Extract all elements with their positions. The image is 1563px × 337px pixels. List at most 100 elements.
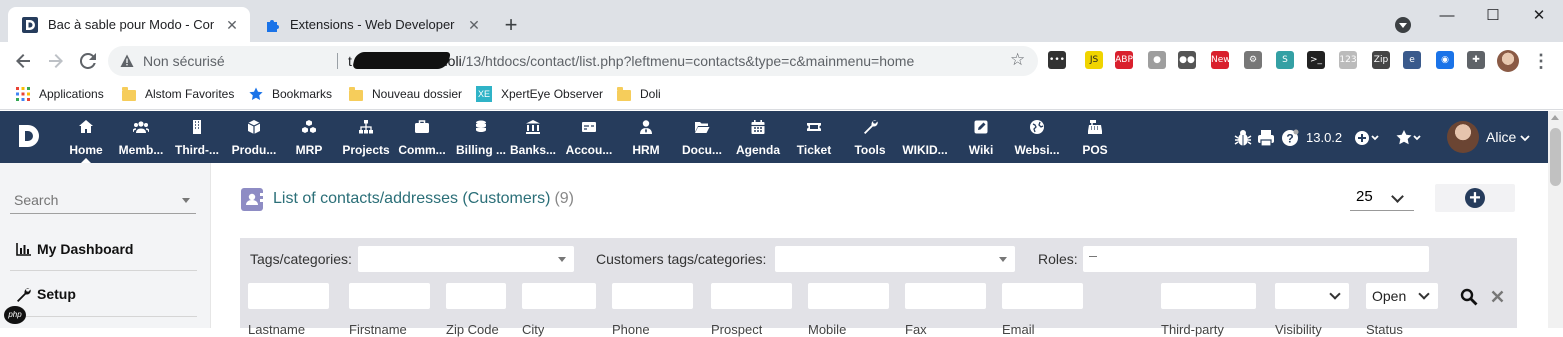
filter-firstname-input[interactable]: [349, 283, 430, 309]
bookmark-xperteye[interactable]: XE XpertEye Observer: [476, 85, 603, 103]
spy-icon[interactable]: ●: [1148, 51, 1166, 69]
user-name[interactable]: Alice: [1486, 129, 1530, 145]
s-ext-icon[interactable]: S: [1276, 51, 1294, 69]
column-header[interactable]: Fax: [905, 322, 927, 337]
printer-icon[interactable]: [1257, 129, 1275, 147]
top-menu-memb[interactable]: Memb...: [116, 111, 166, 163]
top-menu-wikid[interactable]: WIKID...: [898, 111, 952, 163]
close-window-button[interactable]: ✕: [1516, 2, 1562, 30]
filter-mobile-input[interactable]: [808, 283, 889, 309]
column-header[interactable]: Mobile: [808, 322, 846, 337]
filter-zip-input[interactable]: [446, 283, 506, 309]
top-menu-banks[interactable]: Banks...: [508, 111, 558, 163]
tab-active[interactable]: Bac à sable pour Modo - Contacts ✕: [8, 7, 250, 42]
adblock-icon[interactable]: ABP: [1115, 51, 1133, 69]
top-menu-produ[interactable]: Produ...: [228, 111, 280, 163]
tags-select[interactable]: [358, 246, 574, 272]
column-header[interactable]: City: [522, 322, 544, 337]
top-menu-third[interactable]: Third-...: [172, 111, 222, 163]
top-menu-wiki[interactable]: Wiki: [958, 111, 1004, 163]
top-menu-websi[interactable]: Websi...: [1012, 111, 1062, 163]
column-header[interactable]: Lastname: [248, 322, 305, 337]
filter-prospect-input[interactable]: [711, 283, 792, 309]
top-menu-pos[interactable]: POS: [1072, 111, 1118, 163]
filter-visibility-select[interactable]: [1275, 283, 1349, 309]
filter-email-input[interactable]: [1002, 283, 1083, 309]
top-menu-home[interactable]: Home: [62, 111, 110, 163]
terminal-icon[interactable]: >_: [1307, 51, 1325, 69]
dots-icon[interactable]: ●●: [1178, 51, 1196, 69]
filter-lastname-input[interactable]: [248, 283, 329, 309]
tab-inactive[interactable]: Extensions - Web Developer ✕: [250, 7, 492, 42]
bookmarks-star-icon[interactable]: [1396, 129, 1422, 147]
top-menu-comm[interactable]: Comm...: [396, 111, 448, 163]
extensions-puzzle-icon[interactable]: ✚: [1467, 51, 1485, 69]
numbers-icon[interactable]: 123: [1339, 51, 1357, 69]
bookmark-alstom-favorites[interactable]: Alstom Favorites: [122, 85, 234, 103]
js-icon[interactable]: JS: [1085, 51, 1103, 69]
column-header[interactable]: Email: [1002, 322, 1035, 337]
quick-add-icon[interactable]: [1354, 129, 1380, 147]
profile-avatar[interactable]: [1497, 50, 1519, 72]
page-limit-select[interactable]: 25: [1350, 184, 1414, 211]
filter-status-select[interactable]: Open: [1366, 283, 1438, 309]
bookmark-doli[interactable]: Doli: [617, 85, 661, 103]
column-header[interactable]: Prospect: [711, 322, 762, 337]
top-menu-billing[interactable]: Billing ...: [454, 111, 508, 163]
maximize-button[interactable]: ☐: [1470, 2, 1516, 30]
add-contact-button[interactable]: +: [1435, 184, 1515, 212]
bug-icon[interactable]: [1234, 129, 1252, 147]
scroll-up-icon[interactable]: [1551, 115, 1559, 120]
back-button[interactable]: [9, 47, 37, 75]
tab-close-icon[interactable]: ✕: [466, 17, 482, 33]
php-debug-badge[interactable]: php: [4, 306, 26, 324]
chevron-down-icon[interactable]: [182, 198, 190, 203]
top-menu-mrp[interactable]: MRP: [286, 111, 332, 163]
chrome-menu-icon[interactable]: ⋮: [1532, 51, 1550, 72]
new-tab-button[interactable]: +: [499, 14, 523, 38]
filter-fax-input[interactable]: [905, 283, 986, 309]
address-bar[interactable]: Non sécurisé t doli/13/htdocs/contact/lis…: [108, 46, 1038, 76]
forward-button[interactable]: [42, 47, 70, 75]
left-search-input[interactable]: [10, 189, 174, 211]
gitzip-icon[interactable]: Zip: [1372, 51, 1390, 69]
left-menu-item-setup[interactable]: Setup: [16, 286, 76, 302]
column-header[interactable]: Firstname: [349, 322, 407, 337]
top-menu-projects[interactable]: Projects: [338, 111, 394, 163]
bookmark-bookmarks[interactable]: Bookmarks: [249, 85, 332, 103]
screenshot-icon[interactable]: ◉: [1436, 51, 1454, 69]
scroll-thumb[interactable]: [1550, 128, 1561, 186]
dolibarr-logo-icon[interactable]: [16, 123, 42, 149]
top-menu-tools[interactable]: Tools: [846, 111, 894, 163]
clear-filter-icon[interactable]: [1491, 290, 1504, 303]
top-menu-ticket[interactable]: Ticket: [790, 111, 838, 163]
reload-button[interactable]: [74, 47, 102, 75]
left-menu-item-dashboard[interactable]: My Dashboard: [16, 241, 133, 257]
tab-close-icon[interactable]: ✕: [224, 17, 240, 33]
help-icon[interactable]: ?: [1281, 129, 1299, 147]
bookmark-applications[interactable]: Applications: [16, 85, 104, 103]
top-menu-agenda[interactable]: Agenda: [732, 111, 784, 163]
column-header[interactable]: Zip Code: [446, 322, 499, 337]
column-header[interactable]: Phone: [612, 322, 650, 337]
left-search-field[interactable]: [10, 189, 196, 214]
gear-ext-icon[interactable]: ⚙: [1244, 51, 1262, 69]
filter-thirdparty-input[interactable]: [1161, 283, 1256, 309]
top-menu-hrm[interactable]: HRM: [624, 111, 668, 163]
tab-search-icon[interactable]: [1395, 17, 1411, 33]
search-icon[interactable]: [1460, 288, 1478, 306]
column-header[interactable]: Visibility: [1275, 322, 1322, 337]
bookmark-nouveau-dossier[interactable]: Nouveau dossier: [349, 85, 462, 103]
filter-phone-input[interactable]: [612, 283, 693, 309]
minimize-button[interactable]: —: [1424, 2, 1470, 30]
column-header[interactable]: Third-party: [1161, 322, 1224, 337]
user-avatar[interactable]: [1447, 121, 1479, 153]
web-developer-icon[interactable]: •••: [1048, 51, 1066, 69]
customer-tags-select[interactable]: [775, 246, 1015, 272]
bookmark-star-icon[interactable]: ☆: [1010, 50, 1025, 70]
page-scrollbar[interactable]: [1548, 111, 1563, 328]
new-badge-icon[interactable]: New: [1211, 51, 1231, 69]
e-ext-icon[interactable]: e: [1403, 51, 1421, 69]
top-menu-docu[interactable]: Docu...: [676, 111, 728, 163]
top-menu-accou[interactable]: Accou...: [563, 111, 615, 163]
